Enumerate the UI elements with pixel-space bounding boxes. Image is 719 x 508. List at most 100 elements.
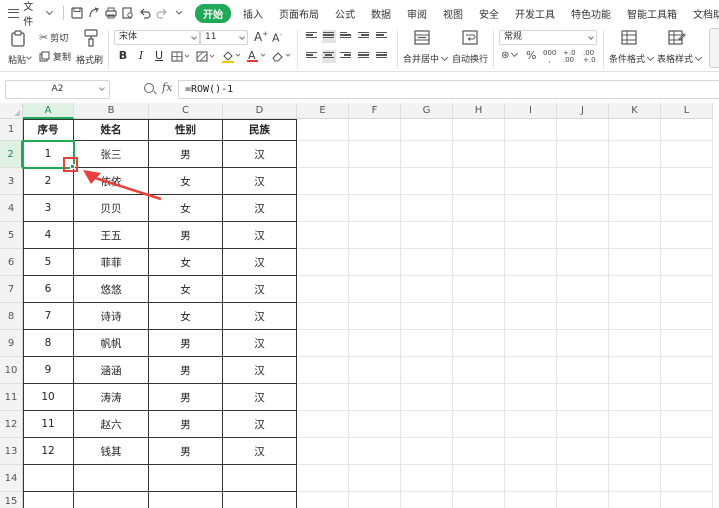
- tab-formulas[interactable]: 公式: [327, 6, 363, 21]
- arrow-head: [83, 170, 101, 184]
- align-middle-icon[interactable]: [322, 30, 336, 43]
- increase-font-button[interactable]: A+: [254, 30, 268, 44]
- font-name-select[interactable]: 宋体: [114, 30, 200, 45]
- align-top-icon[interactable]: [306, 32, 317, 41]
- align-center-icon[interactable]: [322, 50, 336, 63]
- font-size-select[interactable]: 11: [200, 30, 248, 45]
- hamburger-menu-icon[interactable]: [8, 8, 20, 18]
- paste-button[interactable]: [10, 30, 26, 50]
- merge-center-button[interactable]: [414, 30, 430, 48]
- tab-review[interactable]: 审阅: [399, 6, 435, 21]
- table-style-button[interactable]: [668, 30, 686, 48]
- format-painter-button[interactable]: [84, 29, 98, 50]
- name-box[interactable]: A2: [5, 80, 110, 99]
- paste-label[interactable]: 粘贴: [8, 53, 26, 66]
- tab-smart-toolbox[interactable]: 智能工具箱: [619, 6, 685, 21]
- chevron-down-icon: [191, 34, 197, 40]
- align-right-icon[interactable]: [340, 52, 351, 61]
- ribbon-toolbar: 粘贴 ✂ 剪切 复制 格式刷 宋体 11 A+ A- B I U A 合并居中 …: [0, 26, 719, 72]
- font-color-button[interactable]: A: [246, 49, 268, 66]
- font-name-value: 宋体: [119, 32, 138, 42]
- wrap-text-button[interactable]: [462, 30, 478, 48]
- align-bottom-icon[interactable]: [340, 32, 351, 41]
- decrease-decimal-button[interactable]: .00 +.0: [583, 50, 596, 64]
- arrow-shaft: [91, 175, 162, 201]
- separator: [493, 30, 494, 68]
- conditional-format-button[interactable]: [621, 30, 637, 48]
- wrap-text-icon: [462, 30, 478, 45]
- table-style-label[interactable]: 表格样式: [657, 52, 703, 65]
- currency-button[interactable]: ⊛: [501, 49, 519, 61]
- paste-icon: [11, 30, 25, 47]
- more-tools-button[interactable]: [709, 28, 719, 68]
- paint-bucket-icon: [222, 51, 241, 63]
- cut-label: 剪切: [50, 34, 69, 44]
- name-box-value: A2: [51, 84, 64, 94]
- bold-button[interactable]: B: [116, 49, 130, 62]
- thousands-separator-button[interactable]: 000,: [543, 50, 556, 64]
- formula-bar: A2 fx =ROW()-1: [0, 78, 719, 102]
- chevron-down-icon: [694, 53, 703, 62]
- justify-icon[interactable]: [358, 52, 369, 61]
- cell-style-button[interactable]: [196, 51, 216, 65]
- increase-decimal-button[interactable]: +.0.00: [563, 50, 576, 64]
- conditional-format-label[interactable]: 条件格式: [609, 52, 655, 65]
- separator: [62, 6, 64, 20]
- font-color-icon: A: [247, 49, 266, 62]
- format-painter-label[interactable]: 格式刷: [76, 53, 103, 66]
- decrease-font-button[interactable]: A-: [272, 31, 282, 45]
- align-left-icon[interactable]: [306, 52, 317, 61]
- copy-button[interactable]: 复制: [39, 50, 71, 63]
- tab-developer[interactable]: 开发工具: [507, 6, 563, 21]
- wrap-text-label[interactable]: 自动换行: [452, 52, 488, 65]
- decrease-decimal-text: .00: [583, 49, 595, 57]
- ribbon-tabs: 开始 插入 页面布局 公式 数据 审阅 视图 安全 开发工具 特色功能 智能工具…: [191, 3, 719, 23]
- underline-button[interactable]: U: [152, 49, 166, 62]
- separator: [397, 30, 398, 68]
- file-menu[interactable]: 文件: [23, 0, 42, 28]
- tab-doc-assistant[interactable]: 文档助手: [685, 6, 719, 21]
- save-icon[interactable]: [69, 4, 86, 22]
- number-format-select[interactable]: 常规: [499, 30, 597, 45]
- copy-label: 复制: [53, 53, 72, 63]
- merge-cells-icon: [414, 30, 430, 45]
- fx-icon[interactable]: fx: [162, 81, 172, 94]
- spreadsheet-grid[interactable]: A B C D E F G H I J K L 1 2 3 4 5 6 7 8 9 10 11 12 13 14 15 序号 姓名 性别民…: [0, 103, 719, 508]
- clear-button[interactable]: [271, 50, 293, 66]
- conditional-format-icon: [621, 30, 637, 45]
- separator: [297, 30, 298, 68]
- decrease-indent-icon[interactable]: [358, 32, 369, 41]
- chevron-down-icon: [440, 53, 449, 62]
- tab-view[interactable]: 视图: [435, 6, 471, 21]
- fill-color-button[interactable]: [221, 50, 243, 66]
- tab-features[interactable]: 特色功能: [563, 6, 619, 21]
- italic-button[interactable]: I: [134, 49, 148, 62]
- undo-icon[interactable]: [136, 4, 153, 22]
- export-pdf-icon[interactable]: [86, 4, 103, 22]
- tab-home[interactable]: 开始: [195, 3, 231, 23]
- chevron-down-icon: [511, 49, 519, 58]
- percent-button[interactable]: %: [526, 49, 536, 62]
- border-icon: [171, 51, 190, 62]
- formula-input[interactable]: =ROW()-1: [178, 80, 719, 99]
- table-style-text: 表格样式: [657, 55, 694, 65]
- tab-data[interactable]: 数据: [363, 6, 399, 21]
- chevron-down-icon: [588, 34, 594, 40]
- tab-insert[interactable]: 插入: [235, 6, 271, 21]
- customize-dropdown-icon[interactable]: [170, 4, 187, 22]
- merge-center-label[interactable]: 合并居中: [403, 52, 449, 65]
- print-preview-icon[interactable]: [119, 4, 136, 22]
- distributed-icon[interactable]: [376, 52, 387, 61]
- zoom-icon[interactable]: [144, 83, 154, 93]
- tab-security[interactable]: 安全: [471, 6, 507, 21]
- chevron-down-icon: [99, 85, 105, 91]
- copy-icon: [39, 51, 50, 62]
- borders-button[interactable]: [171, 51, 191, 65]
- tab-page-layout[interactable]: 页面布局: [271, 6, 327, 21]
- paste-dropdown-icon[interactable]: [26, 54, 32, 60]
- chevron-down-icon[interactable]: [45, 8, 53, 15]
- redo-icon[interactable]: [153, 4, 170, 22]
- cut-button[interactable]: ✂ 剪切: [39, 31, 68, 44]
- print-icon[interactable]: [103, 4, 120, 22]
- increase-indent-icon[interactable]: [376, 32, 387, 41]
